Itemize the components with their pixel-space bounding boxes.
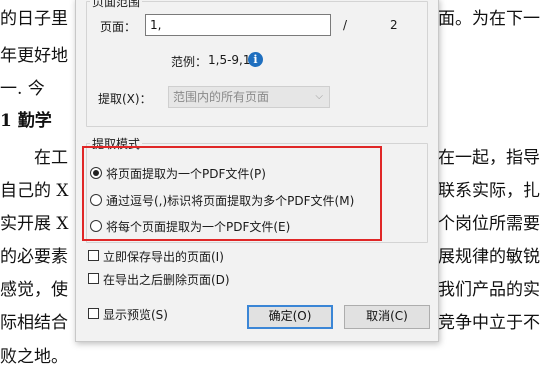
extract-range-value: 范围内的所有页面 — [173, 90, 270, 104]
doc-line-left: 在工 — [34, 148, 68, 168]
doc-line-left: 年更好地 — [0, 46, 68, 66]
doc-line-right: 我们产品的实 — [438, 280, 540, 300]
ok-button[interactable]: 确定(O) — [247, 305, 333, 329]
doc-line-right: 竞争中立于不 — [438, 313, 540, 333]
radio-button[interactable] — [90, 194, 102, 206]
checkbox[interactable] — [88, 250, 99, 261]
doc-line-left: 自己的 X — [0, 181, 69, 201]
doc-line-left: 际相结合 — [0, 313, 68, 333]
cancel-button[interactable]: 取消(C) — [344, 305, 430, 329]
chevron-down-icon: ⌵ — [315, 91, 323, 102]
doc-line-right: 展规律的敏锐 — [438, 247, 540, 267]
doc-line-left: 感觉，使 — [0, 280, 68, 300]
doc-line-right: 在一起，指导 — [438, 148, 540, 168]
doc-line-left: 的日子里 — [0, 9, 68, 29]
extract-pages-dialog: 页面范围 页面： 1, / 2 范例： 1,5-9,12 i 提取(X)： 范围… — [75, 0, 439, 342]
doc-line-right: 联系实际，扎 — [438, 181, 540, 201]
checkbox[interactable] — [88, 308, 99, 319]
checkbox-label[interactable]: 立即保存导出的页面(I) — [103, 248, 224, 265]
doc-line-left: 的必要素 — [0, 247, 68, 267]
checkbox[interactable] — [88, 273, 99, 284]
total-pages: 2 — [390, 18, 398, 32]
radio-label[interactable]: 将每个页面提取为一个PDF文件(E) — [106, 218, 290, 235]
info-icon[interactable]: i — [248, 52, 263, 67]
doc-line-left: 实开展 X — [0, 214, 69, 234]
radio-label[interactable]: 通过逗号(,)标识将页面提取为多个PDF文件(M) — [106, 192, 354, 209]
page-separator: / — [343, 18, 348, 32]
doc-line-left: 一. 今 — [0, 79, 45, 99]
doc-line-left: 败之地。 — [0, 347, 68, 367]
doc-line-right: 个岗位所需要 — [438, 214, 540, 234]
doc-line-left: 1 勤学 — [0, 111, 52, 131]
checkbox-label[interactable]: 显示预览(S) — [103, 306, 168, 323]
pages-input[interactable]: 1, — [145, 14, 331, 36]
example-label: 范例： — [171, 55, 208, 69]
extract-range-select[interactable]: 范围内的所有页面 ⌵ — [168, 86, 330, 108]
extract-label: 提取(X)： — [98, 92, 152, 106]
radio-button[interactable] — [90, 220, 102, 232]
radio-button[interactable] — [90, 167, 102, 179]
doc-line-right: 面。为在下一 — [438, 9, 540, 29]
pages-label: 页面： — [100, 20, 137, 34]
checkbox-label[interactable]: 在导出之后删除页面(D) — [103, 271, 230, 288]
radio-label[interactable]: 将页面提取为一个PDF文件(P) — [106, 165, 266, 182]
page-range-group-title: 页面范围 — [90, 0, 143, 10]
